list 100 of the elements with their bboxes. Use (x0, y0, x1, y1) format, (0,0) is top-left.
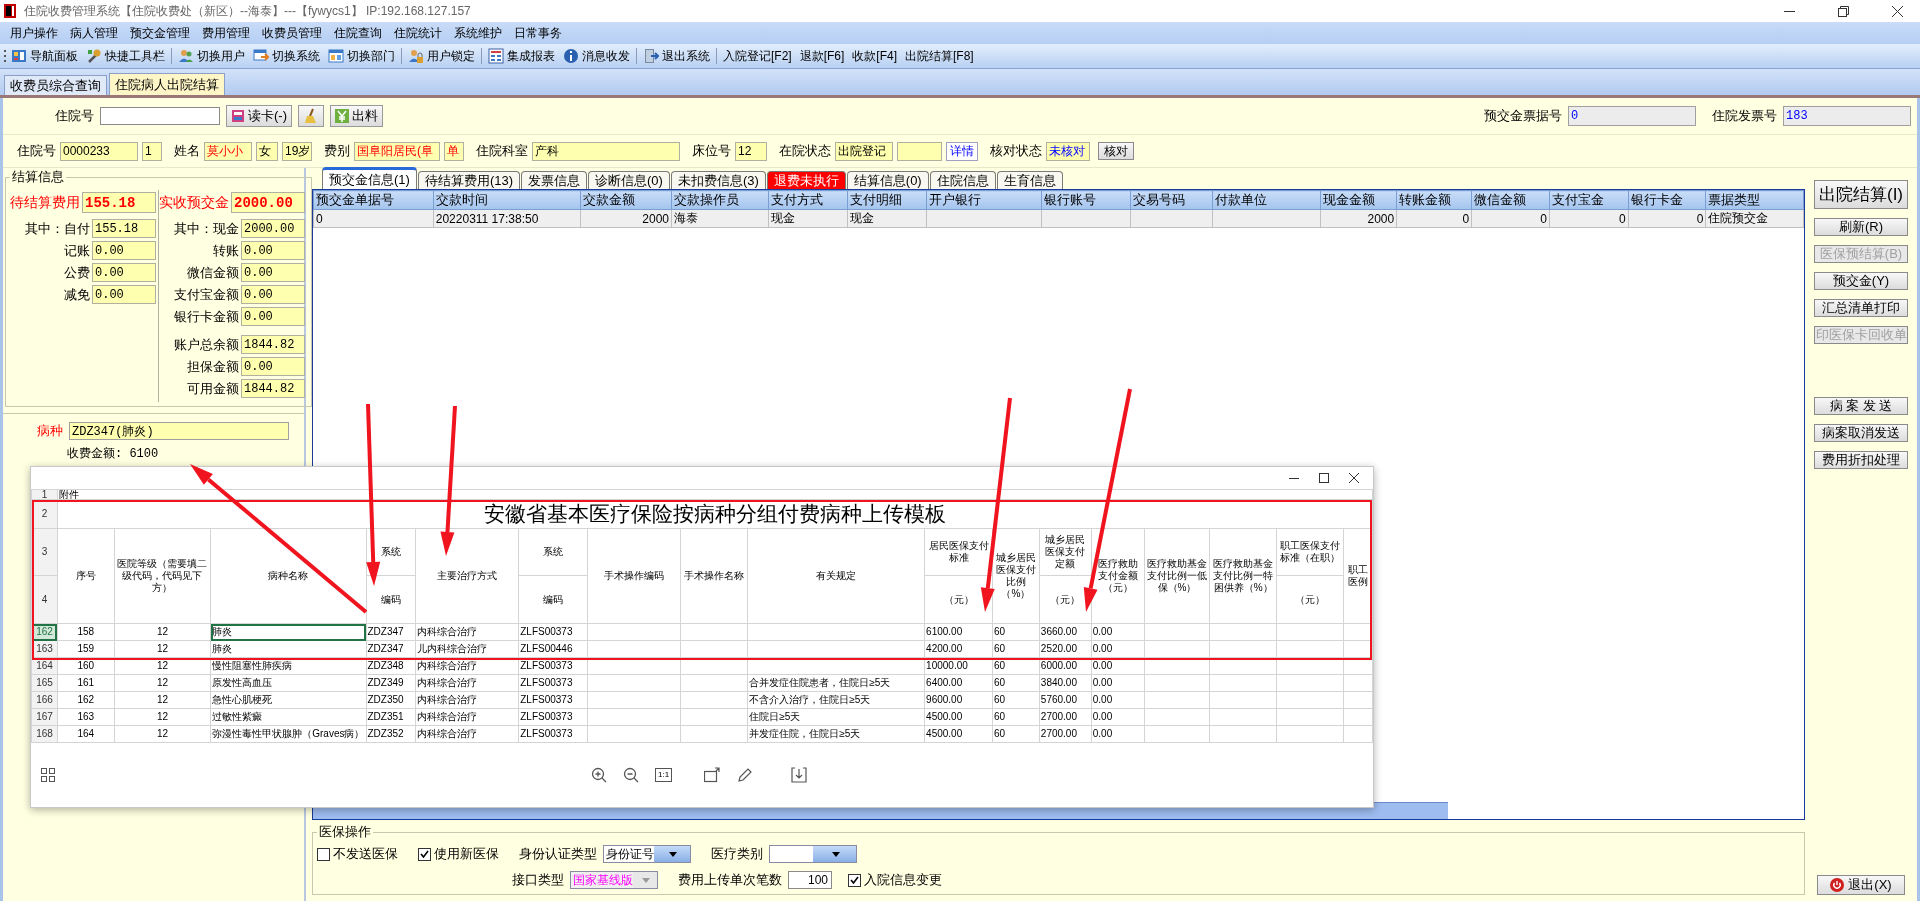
document-tab[interactable]: 收费员综合查询 (4, 75, 107, 95)
minimize-icon[interactable] (1289, 477, 1299, 479)
column-header[interactable]: 支付宝金 (1549, 190, 1629, 210)
column-header[interactable]: 开户银行 (926, 190, 1042, 210)
checkbox[interactable]: 不发送医保 (317, 845, 398, 863)
action-button[interactable]: 汇总清单打印 (1814, 299, 1908, 317)
toolbar-button[interactable]: 退出系统 (639, 47, 714, 65)
toolbar-button[interactable]: 快捷工具栏 (82, 47, 169, 65)
menu-item[interactable]: 预交金管理 (124, 24, 196, 42)
zoom-out-icon[interactable] (623, 767, 639, 783)
info-field[interactable]: 0000233 (60, 141, 138, 161)
restore-icon[interactable] (1837, 5, 1849, 17)
number-field[interactable]: 100 (788, 871, 832, 889)
action-button[interactable]: 病案取消发送 (1814, 424, 1908, 442)
column-header[interactable]: 票据类型 (1705, 190, 1804, 210)
document-tab[interactable]: 住院病人出院结算 (109, 73, 225, 95)
menu-item[interactable]: 日常事务 (508, 24, 568, 42)
toolbar-button[interactable]: 收款[F4] (848, 47, 901, 65)
menu-item[interactable]: 病人管理 (64, 24, 124, 42)
info-field[interactable]: 1 (142, 141, 162, 161)
details-link[interactable]: 详情 (946, 141, 978, 161)
verify-button[interactable]: 核对 (1098, 142, 1134, 160)
invoice-number-field[interactable]: 183 (1783, 106, 1911, 126)
admission-number-input[interactable] (100, 107, 220, 125)
action-button[interactable]: 预交金(Y) (1814, 272, 1908, 290)
info-field[interactable]: 未核对 (1046, 141, 1090, 161)
tab[interactable]: 预交金信息(1) (322, 167, 417, 189)
column-header[interactable]: 现金金额 (1320, 190, 1397, 210)
dropdown[interactable]: 身份证号 (603, 845, 691, 863)
discharge-settlement-button[interactable]: 出院结算(I) (1814, 180, 1908, 209)
action-button[interactable]: 刷新(R) (1814, 218, 1908, 236)
exit-button[interactable]: 退出(X) (1817, 875, 1905, 895)
sheet-cell: 60 (992, 674, 1040, 692)
menu-item[interactable]: 费用管理 (196, 24, 256, 42)
toolbar-button[interactable]: 导航面板 (7, 47, 82, 65)
toolbar-button[interactable]: 用户锁定 (404, 47, 479, 65)
column-header[interactable]: 支付明细 (847, 190, 927, 210)
info-field[interactable]: 单 (444, 141, 464, 161)
dropdown[interactable] (769, 845, 857, 863)
toolbar-button[interactable]: 入院登记[F2] (719, 47, 796, 65)
sheet-cell: 12 (114, 674, 211, 692)
column-header[interactable]: 微信金额 (1471, 190, 1550, 210)
tab[interactable]: 诊断信息(0) (588, 171, 670, 189)
column-header[interactable]: 银行账号 (1041, 190, 1131, 210)
column-header[interactable]: 付款单位 (1212, 190, 1321, 210)
read-card-button[interactable]: 读卡(-) (226, 105, 292, 127)
tab[interactable]: 结算信息(0) (846, 171, 929, 189)
close-icon[interactable] (1891, 5, 1903, 17)
info-field[interactable] (897, 141, 942, 161)
info-field[interactable]: 产科 (532, 141, 680, 161)
tab[interactable]: 住院信息 (929, 171, 996, 189)
tab[interactable]: 未扣费信息(3) (670, 171, 766, 189)
column-header[interactable]: 交易号码 (1130, 190, 1213, 210)
info-field[interactable]: 12 (735, 141, 767, 161)
column-header[interactable]: 转账金额 (1396, 190, 1472, 210)
info-field[interactable]: 莫小小 (204, 141, 252, 161)
column-header[interactable]: 银行卡金 (1628, 190, 1706, 210)
tab[interactable]: 退费未执行 (766, 171, 846, 189)
menu-item[interactable]: 住院查询 (328, 24, 388, 42)
toolbar-button[interactable]: 集成报表 (484, 47, 559, 65)
close-icon[interactable] (1349, 473, 1359, 483)
action-button[interactable]: 病 案 发 送 (1814, 397, 1908, 415)
checkbox[interactable]: 入院信息变更 (848, 871, 942, 889)
checkbox[interactable]: 使用新医保 (418, 845, 499, 863)
toolbar-button[interactable]: 切换系统 (249, 47, 324, 65)
pencil-icon[interactable] (737, 767, 754, 783)
minimize-icon[interactable] (1783, 10, 1795, 12)
info-field[interactable]: 出院登记 (835, 141, 893, 161)
column-header[interactable]: 预交金单据号 (313, 190, 434, 210)
check-icon (850, 875, 859, 885)
column-header[interactable]: 支付方式 (768, 190, 848, 210)
toolbar-button[interactable]: 切换用户 (174, 47, 249, 65)
tab[interactable]: 发票信息 (521, 171, 587, 189)
menu-item[interactable]: 收费员管理 (256, 24, 328, 42)
toolbar-button[interactable]: 出院结算[F8] (901, 47, 978, 65)
maximize-icon[interactable] (1319, 473, 1329, 483)
action-button[interactable]: 费用折扣处理 (1814, 451, 1908, 469)
download-icon[interactable] (791, 767, 808, 783)
disease-field[interactable]: ZDZ347(肺炎) (69, 422, 289, 440)
column-header[interactable]: 交款金额 (580, 190, 672, 210)
menu-item[interactable]: 住院统计 (388, 24, 448, 42)
rotate-icon[interactable] (704, 767, 722, 783)
menu-item[interactable]: 系统维护 (448, 24, 508, 42)
zoom-in-icon[interactable] (591, 767, 607, 783)
info-field[interactable]: 19岁 (282, 141, 312, 161)
clear-button[interactable] (298, 105, 324, 127)
info-field[interactable]: 女 (256, 141, 278, 161)
info-field[interactable]: 国阜阳居民(阜 (354, 141, 440, 161)
actual-size-button[interactable]: 1:1 (655, 768, 673, 782)
material-button[interactable]: 出料 (330, 105, 383, 127)
grid-view-icon[interactable] (41, 768, 55, 782)
column-header[interactable]: 交款操作员 (671, 190, 769, 210)
receipt-number-field[interactable]: 0 (1568, 106, 1696, 126)
toolbar-button[interactable]: 退款[F6] (795, 47, 849, 65)
tab[interactable]: 待结算费用(13) (417, 171, 520, 189)
toolbar-button[interactable]: 切换部门 (324, 47, 399, 65)
toolbar-button[interactable]: 消息收发 (559, 47, 634, 65)
column-header[interactable]: 交款时间 (433, 190, 581, 210)
menu-item[interactable]: 用户操作 (4, 24, 64, 42)
tab[interactable]: 生育信息 (996, 171, 1063, 189)
